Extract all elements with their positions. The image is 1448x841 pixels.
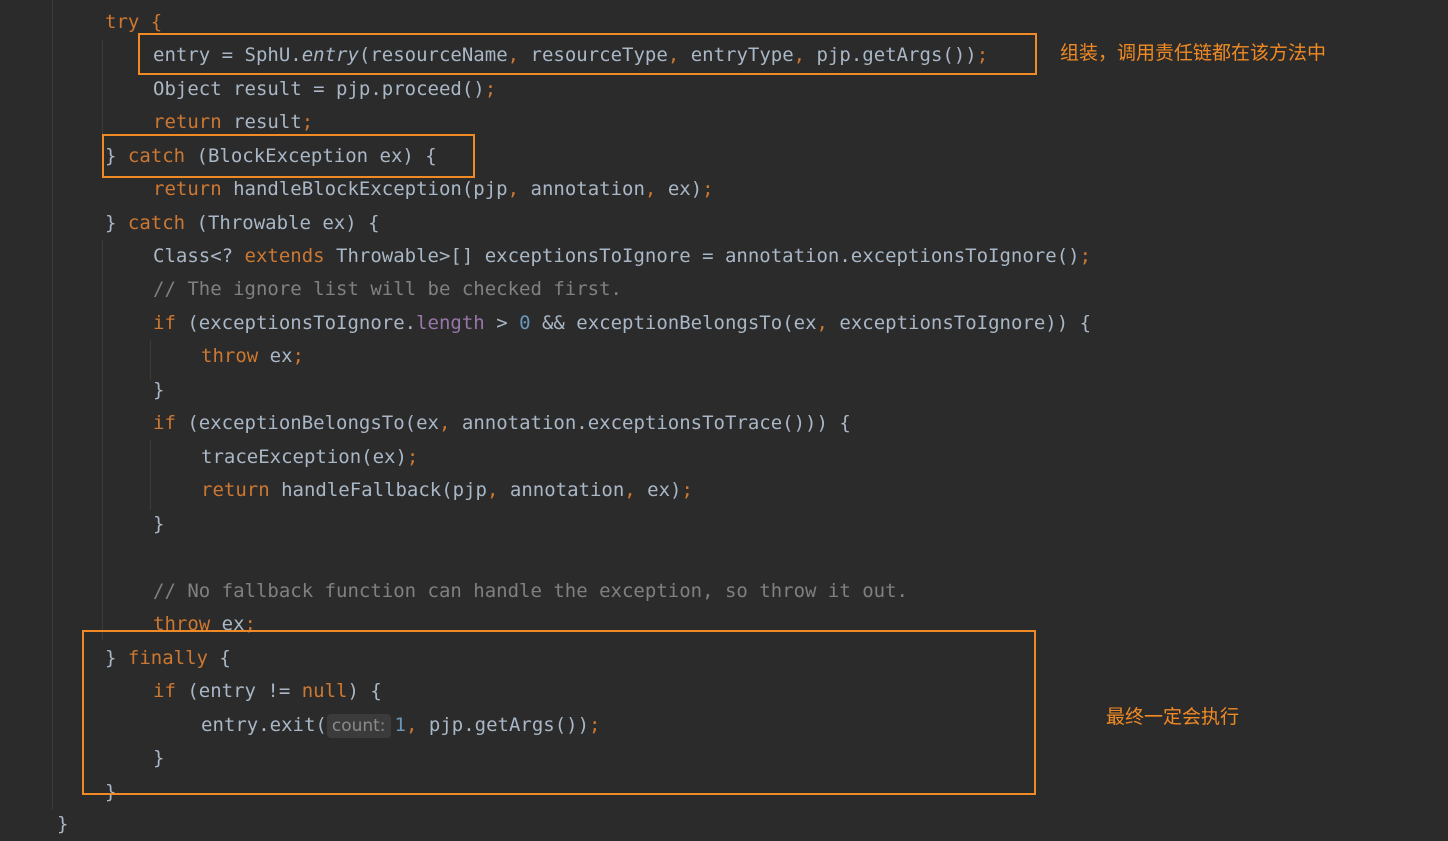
code-token: exceptionsToIgnore)) { xyxy=(827,312,1092,334)
code-token: result xyxy=(221,111,302,133)
code-token: (exceptionsToIgnore. xyxy=(175,312,417,334)
indent-guide xyxy=(52,0,53,810)
comma: , xyxy=(439,412,451,434)
comma: , xyxy=(507,178,520,200)
code-token: annotation xyxy=(498,479,625,501)
code-token: annotation xyxy=(519,178,645,200)
keyword-if: if xyxy=(153,312,176,334)
keyword-throw: throw xyxy=(201,345,259,367)
code-token: && exceptionBelongsTo(ex xyxy=(530,312,817,334)
code-token: annotation.exceptionsToTrace())) { xyxy=(450,412,851,434)
code-token: (Throwable ex) { xyxy=(185,212,380,234)
keyword-catch: catch xyxy=(127,212,186,234)
code-comment: // No fallback function can handle the e… xyxy=(153,580,908,602)
code-line[interactable]: return handleFallback(pjp, annotation, e… xyxy=(201,474,693,507)
code-token: ex xyxy=(258,345,293,367)
semicolon: ; xyxy=(406,446,419,468)
keyword-try: try { xyxy=(105,11,163,33)
code-token: (exceptionBelongsTo(ex xyxy=(175,412,439,434)
indent-guide xyxy=(150,440,151,510)
code-token: ex) xyxy=(635,479,682,501)
code-token: handleBlockException(pjp xyxy=(221,178,508,200)
annotation-entry-note: 组装，调用责任链都在该方法中 xyxy=(1060,42,1327,64)
semicolon: ; xyxy=(292,345,304,367)
code-editor[interactable]: try { entry = SphU.entry(resourceName, r… xyxy=(0,0,1448,835)
number-literal: 0 xyxy=(519,312,531,334)
keyword-extends: extends xyxy=(244,245,325,267)
keyword-return: return xyxy=(153,178,222,200)
code-line[interactable]: Object result = pjp.proceed(); xyxy=(153,73,496,106)
semicolon: ; xyxy=(702,178,714,200)
field-length: length xyxy=(416,312,485,334)
code-line[interactable]: // No fallback function can handle the e… xyxy=(153,575,908,608)
comma: , xyxy=(624,479,636,501)
code-token: Throwable>[] exceptionsToIgnore = annota… xyxy=(324,245,1080,267)
code-line[interactable]: } catch (Throwable ex) { xyxy=(105,207,380,240)
keyword-return: return xyxy=(153,111,222,133)
code-token: } xyxy=(153,379,165,401)
code-token: ex) xyxy=(656,178,703,200)
comma: , xyxy=(486,479,499,501)
semicolon: ; xyxy=(484,78,497,100)
code-line[interactable]: } xyxy=(153,374,164,407)
code-token: Object result = pjp.proceed() xyxy=(153,78,485,100)
indent-guide xyxy=(150,340,151,380)
highlight-box-finally xyxy=(82,630,1036,795)
code-token: > xyxy=(484,312,520,334)
highlight-box-entry xyxy=(138,33,1037,75)
code-token: handleFallback(pjp xyxy=(269,479,487,501)
annotation-finally-note: 最终一定会执行 xyxy=(1106,706,1240,728)
code-line[interactable]: Class<? extends Throwable>[] exceptionsT… xyxy=(153,240,1091,273)
comma: , xyxy=(644,178,657,200)
semicolon: ; xyxy=(681,479,693,501)
indent-guide xyxy=(102,240,103,640)
code-token: Class<? xyxy=(153,245,245,267)
code-line[interactable]: // The ignore list will be checked first… xyxy=(153,273,622,306)
code-token: traceException(ex) xyxy=(201,446,407,468)
code-line[interactable]: } xyxy=(57,808,68,841)
code-line[interactable]: if (exceptionBelongsTo(ex, annotation.ex… xyxy=(153,407,851,440)
keyword-return: return xyxy=(201,479,270,501)
code-token: } xyxy=(153,513,165,535)
semicolon: ; xyxy=(301,111,314,133)
code-line[interactable]: } xyxy=(153,508,164,541)
comma: , xyxy=(816,312,828,334)
highlight-box-catch xyxy=(102,134,475,178)
code-token: } xyxy=(105,212,128,234)
code-comment: // The ignore list will be checked first… xyxy=(153,278,622,300)
code-line[interactable]: throw ex; xyxy=(201,340,304,373)
semicolon: ; xyxy=(1079,245,1092,267)
keyword-if: if xyxy=(153,412,176,434)
code-token: } xyxy=(57,813,69,835)
code-line[interactable]: if (exceptionsToIgnore.length > 0 && exc… xyxy=(153,307,1091,340)
code-line[interactable]: traceException(ex); xyxy=(201,441,418,474)
